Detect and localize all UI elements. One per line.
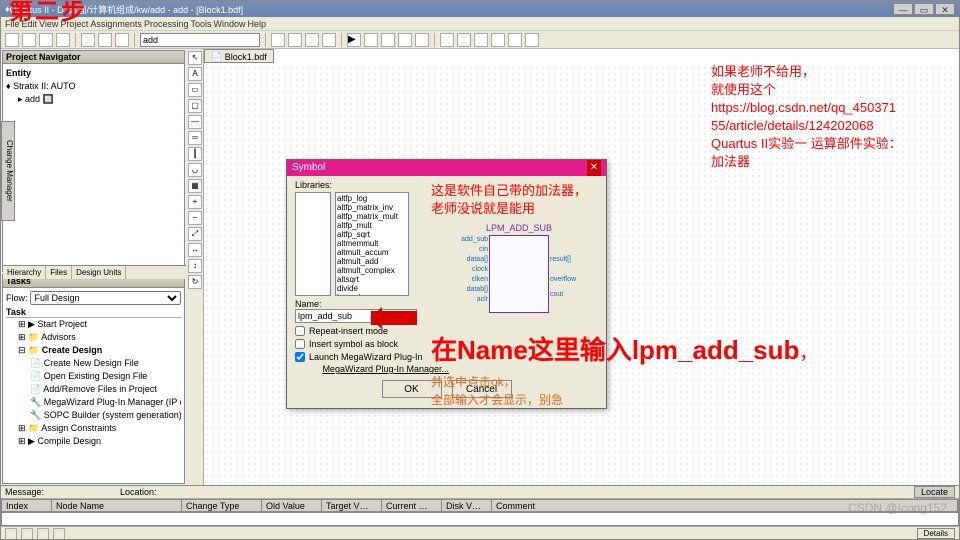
text-icon[interactable]: A: [188, 67, 202, 81]
timing-icon[interactable]: [322, 33, 336, 47]
message-label: Message:: [5, 487, 44, 497]
task-compile[interactable]: ⊞ ▶ Compile Design: [6, 435, 181, 448]
help-icon[interactable]: [525, 33, 539, 47]
print-icon[interactable]: [56, 33, 70, 47]
details-button[interactable]: Details: [917, 528, 955, 539]
menu-edit[interactable]: Edit: [22, 19, 38, 29]
libraries-list[interactable]: altfp_logaltfp_matrix_inv altfp_matrix_m…: [335, 192, 409, 296]
tab-hierarchy[interactable]: Hierarchy: [3, 266, 46, 279]
maximize-button[interactable]: ▭: [914, 3, 934, 15]
device-row[interactable]: ♦ Stratix II: AUTO: [6, 80, 181, 93]
drawing-toolbar: ↖ A ▭ ▢ ― ═ ┃ ◡ ▦ + − ⤢ ↔ ↕ ↻: [186, 49, 204, 485]
stop-icon[interactable]: [364, 33, 378, 47]
menubar: File Edit View Project Assignments Proce…: [1, 17, 959, 31]
pin-icon[interactable]: [398, 33, 412, 47]
root-entity[interactable]: ▸ add 🔲: [6, 93, 181, 106]
bus-icon[interactable]: ═: [188, 131, 202, 145]
dialog-close-icon[interactable]: ✕: [587, 160, 601, 176]
task-header: Task: [6, 307, 181, 318]
zoom-out-icon[interactable]: −: [188, 211, 202, 225]
pointer-icon[interactable]: ↖: [188, 51, 202, 65]
report-icon[interactable]: [491, 33, 505, 47]
document-tab[interactable]: 📄 Block1.bdf: [204, 49, 274, 63]
change-table-header: Index Node Name Change Type Old Value Ta…: [1, 499, 959, 512]
task-advisors[interactable]: ⊞ 📁 Advisors: [6, 331, 181, 344]
settings-icon[interactable]: [271, 33, 285, 47]
task-open-existing[interactable]: 📄 Open Existing Design File: [6, 370, 181, 383]
zoom-icon[interactable]: [474, 33, 488, 47]
chip-icon[interactable]: [440, 33, 454, 47]
launch-megawizard-checkbox[interactable]: Launch MegaWizard Plug-In: [295, 352, 598, 362]
zoom-in-icon[interactable]: +: [188, 195, 202, 209]
rotate-icon[interactable]: ↻: [188, 275, 202, 289]
save-icon[interactable]: [39, 33, 53, 47]
minimize-button[interactable]: —: [893, 3, 913, 15]
megawizard-link[interactable]: MegaWizard Plug-In Manager...: [295, 364, 449, 374]
titlebar: ♦ Quartus II - D:/桌面/计算机组成/kw/add - add …: [1, 1, 959, 17]
cut-icon[interactable]: [81, 33, 95, 47]
flip-h-icon[interactable]: ↔: [188, 243, 202, 257]
anno-arrow: [371, 311, 417, 325]
resource-icon[interactable]: [508, 33, 522, 47]
task-sopc[interactable]: 🔧 SOPC Builder (system generation): [6, 409, 181, 422]
toolbar: ▶: [1, 31, 959, 49]
rubber-icon[interactable]: ▦: [188, 179, 202, 193]
arc-icon[interactable]: ◡: [188, 163, 202, 177]
task-constraints[interactable]: ⊞ 📁 Assign Constraints: [6, 422, 181, 435]
project-navigator-title: Project Navigator: [3, 51, 184, 64]
task-create-design[interactable]: ⊟ 📁 Create Design: [6, 344, 181, 357]
detail-icon-3[interactable]: [37, 528, 49, 540]
symbol-icon[interactable]: ▭: [188, 83, 202, 97]
compile-icon[interactable]: [288, 33, 302, 47]
play-icon[interactable]: ▶: [347, 33, 361, 47]
menu-processing[interactable]: Processing: [144, 19, 189, 29]
block-icon[interactable]: ▢: [188, 99, 202, 113]
task-start-project[interactable]: ⊞ ▶ Start Project: [6, 318, 181, 331]
location-label: Location:: [120, 487, 157, 497]
watermark: CSDN @Icong152: [848, 501, 947, 515]
cancel-button[interactable]: Cancel: [452, 380, 512, 398]
menu-file[interactable]: File: [5, 19, 20, 29]
find-icon[interactable]: [457, 33, 471, 47]
conduit-icon[interactable]: ┃: [188, 147, 202, 161]
new-icon[interactable]: [5, 33, 19, 47]
dialog-titlebar[interactable]: Symbol ✕: [287, 160, 606, 176]
open-icon[interactable]: [22, 33, 36, 47]
menu-window[interactable]: Window: [213, 19, 245, 29]
programmer-icon[interactable]: [415, 33, 429, 47]
simulate-icon[interactable]: [305, 33, 319, 47]
change-manager-tab[interactable]: Change Manager: [1, 121, 15, 221]
task-create-new[interactable]: 📄 Create New Design File: [6, 357, 181, 370]
paste-icon[interactable]: [115, 33, 129, 47]
menu-view[interactable]: View: [39, 19, 58, 29]
menu-help[interactable]: Help: [248, 19, 267, 29]
line-icon[interactable]: ―: [188, 115, 202, 129]
flip-v-icon[interactable]: ↕: [188, 259, 202, 273]
close-button[interactable]: ✕: [935, 3, 955, 15]
project-selector[interactable]: [140, 33, 260, 47]
libraries-tree[interactable]: [295, 192, 331, 296]
flow-select[interactable]: Full Design: [30, 291, 181, 305]
menu-assignments[interactable]: Assignments: [90, 19, 142, 29]
reanalyze-icon[interactable]: [381, 33, 395, 47]
ok-button[interactable]: OK: [382, 380, 442, 398]
tab-files[interactable]: Files: [46, 266, 72, 279]
tab-design-units[interactable]: Design Units: [72, 266, 126, 279]
libraries-label: Libraries:: [295, 180, 598, 190]
menu-tools[interactable]: Tools: [190, 19, 211, 29]
symbol-preview: LPM_ADD_SUB add_sub cin dataa[] clock cl…: [449, 223, 589, 343]
flow-label: Flow:: [6, 293, 28, 303]
detail-icon-2[interactable]: [21, 528, 33, 540]
detail-icon-1[interactable]: [5, 528, 17, 540]
fit-icon[interactable]: ⤢: [188, 227, 202, 241]
copy-icon[interactable]: [98, 33, 112, 47]
task-add-remove[interactable]: 📄 Add/Remove Files in Project: [6, 383, 181, 396]
locate-button[interactable]: Locate: [914, 486, 955, 498]
task-megawizard[interactable]: 🔧 MegaWizard Plug-In Manager (IP cores: [6, 396, 181, 409]
entity-header: Entity: [6, 67, 181, 80]
detail-icon-4[interactable]: [53, 528, 65, 540]
menu-project[interactable]: Project: [60, 19, 88, 29]
